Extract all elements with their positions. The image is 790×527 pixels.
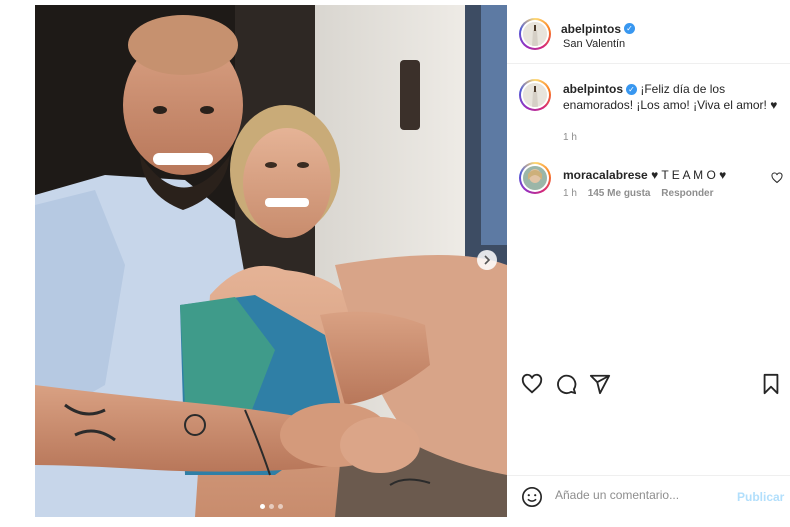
caption-time: 1 h [563,132,577,143]
username-link[interactable]: abelpintos [561,22,621,36]
avatar-image [523,83,547,107]
reply-button[interactable]: Responder [661,188,713,199]
publish-button[interactable]: Publicar [737,490,784,504]
avatar[interactable] [519,79,551,111]
emoji-icon [522,487,542,507]
heart-icon [771,172,783,184]
comment-like-button[interactable] [771,171,783,189]
add-comment-input[interactable] [555,488,725,502]
avatar-image [523,22,547,46]
caption: abelpintos ✓ ¡Feliz día de los enamorados… [563,81,779,113]
comment-meta: 1 h 145 Me gusta Responder [563,188,714,199]
avatar[interactable] [519,162,551,194]
comment-button[interactable] [555,373,577,400]
caption-username[interactable]: abelpintos [563,82,623,96]
post-photo[interactable] [35,5,507,517]
comment-time: 1 h [563,188,577,199]
heart-icon [521,373,543,394]
add-comment-bar: Publicar [507,475,790,518]
caption-avatar-wrap [519,79,551,111]
avatar-image [523,166,547,190]
carousel-dot [268,504,274,509]
verified-badge-icon: ✓ [626,84,638,96]
post-side-panel: abelpintos ✓ San Valentín abelpintos ✓ ¡Fe… [507,5,790,517]
post-header: abelpintos ✓ San Valentín [507,5,790,64]
comment-likes[interactable]: 145 Me gusta [588,188,651,199]
comment-avatar-wrap [519,162,551,194]
verified-badge-icon: ✓ [624,23,636,35]
header-user: abelpintos ✓ [561,20,636,38]
comment-username[interactable]: moracalabrese [563,168,648,182]
carousel-indicator [35,504,507,509]
avatar[interactable] [519,18,551,50]
couple-photo-image [35,5,507,517]
like-button[interactable] [521,373,543,400]
carousel-next-button[interactable] [477,250,497,270]
carousel-dot [277,504,283,509]
save-button[interactable] [761,373,781,400]
comment-text: ♥ T E A M O ♥ [651,168,727,182]
paper-plane-icon [589,374,611,395]
comment: moracalabrese ♥ T E A M O ♥ [563,167,763,183]
chevron-right-icon [484,255,491,265]
location-link[interactable]: San Valentín [563,38,625,50]
bookmark-icon [763,373,779,395]
post-actions [507,363,790,403]
share-button[interactable] [589,373,611,400]
carousel-dot [259,504,265,509]
comment-bubble-icon [557,374,577,395]
instagram-post-modal: abelpintos ✓ San Valentín abelpintos ✓ ¡Fe… [0,0,790,527]
emoji-button[interactable] [521,486,543,513]
